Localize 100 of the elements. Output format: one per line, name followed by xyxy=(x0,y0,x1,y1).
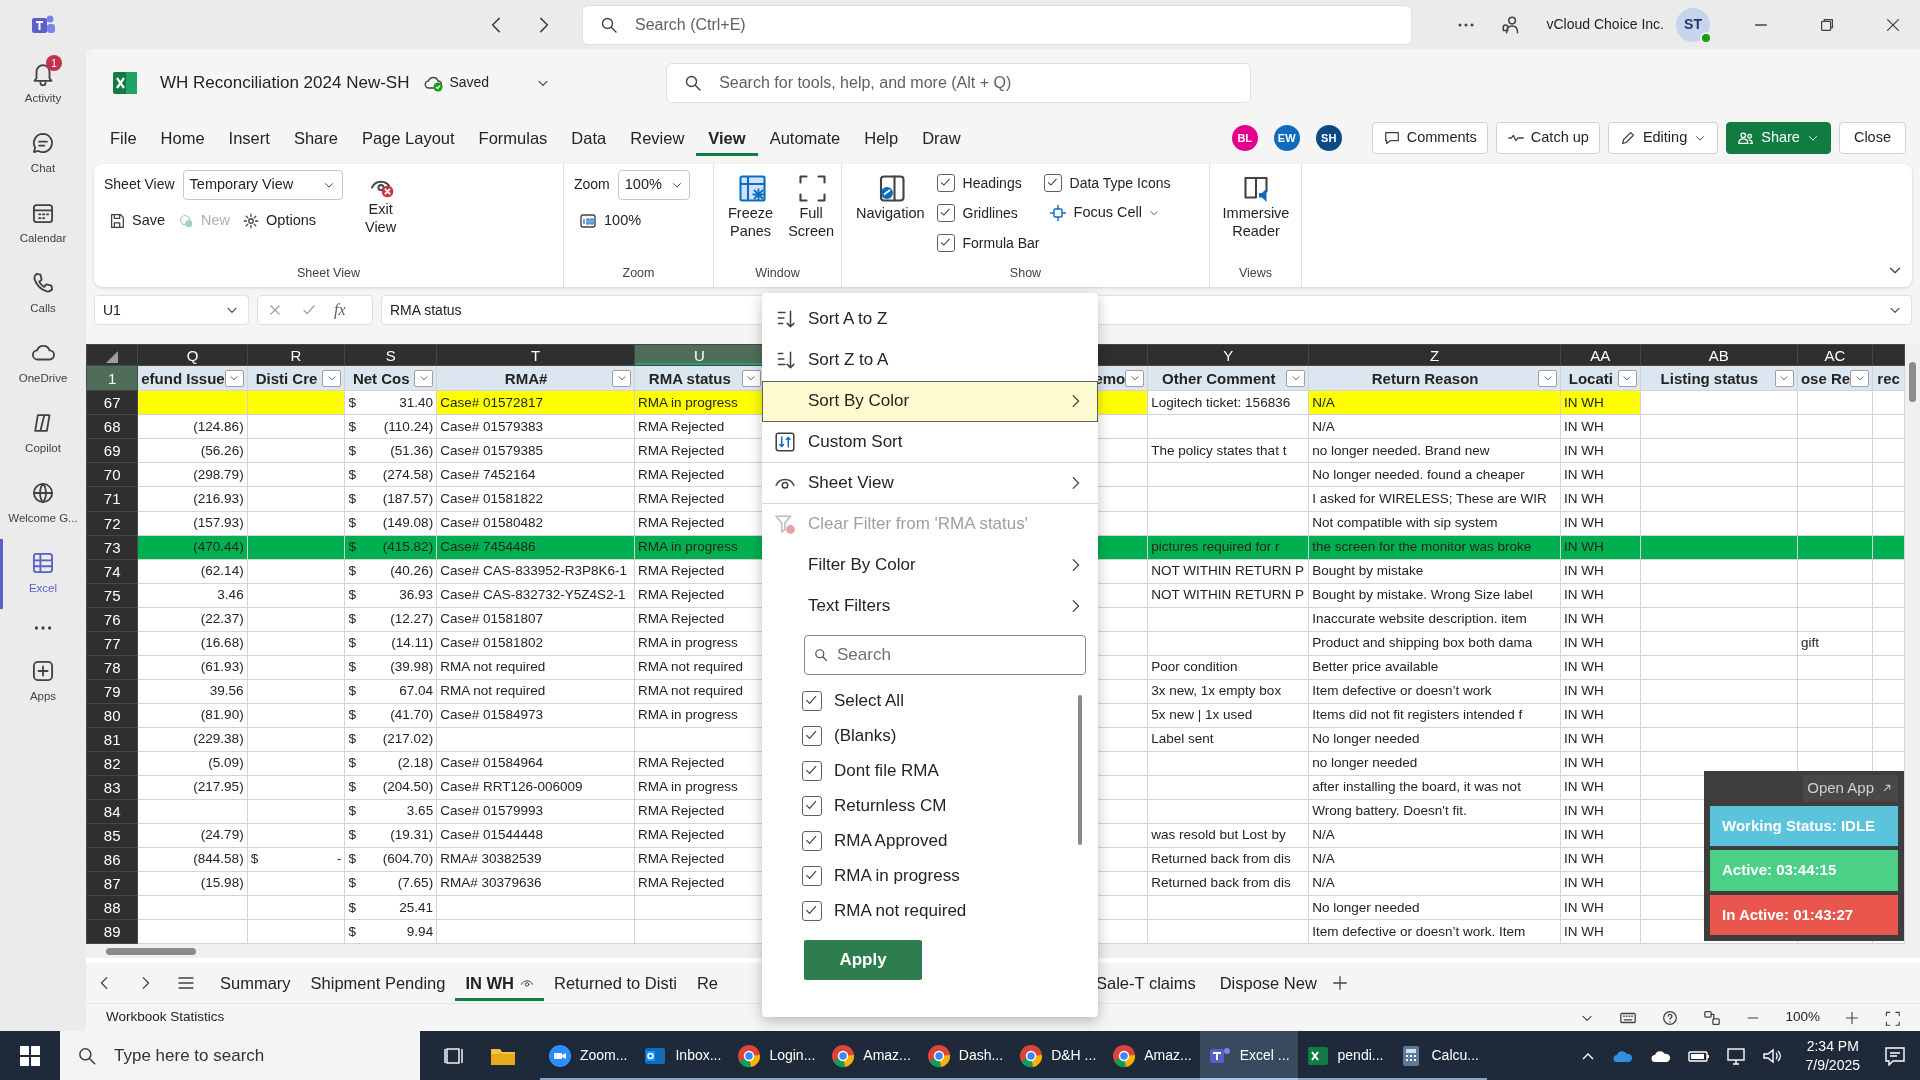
group-label: Views xyxy=(1237,265,1274,283)
group-label: Sheet View xyxy=(296,265,361,283)
currency-symbol: $ xyxy=(348,564,356,578)
header-cell-text: RMA# xyxy=(503,370,549,386)
table-cell: N/A xyxy=(1308,847,1561,872)
table-cell: No longer needed. found a cheaper xyxy=(1308,462,1561,487)
cell-value: 31.40 xyxy=(399,396,434,410)
cell-value: (149.08) xyxy=(382,516,434,530)
cell-value: (110.24) xyxy=(383,420,434,434)
checkbox-label: Gridlines xyxy=(962,203,1018,223)
currency-symbol: $ xyxy=(348,588,356,602)
workbook-title: WH Reconciliation 2024 New-SH xyxy=(160,71,410,94)
header-cell-text: Return Reason xyxy=(1370,370,1480,386)
cell-value: (274.58) xyxy=(382,468,434,482)
table-cell: (81.90) xyxy=(137,703,248,728)
currency-symbol: $ xyxy=(348,876,356,890)
notification-badge: 1 xyxy=(46,55,62,71)
table-cell: was resold but Lost by xyxy=(1147,823,1309,848)
table-cell: (157.93) xyxy=(137,511,248,535)
cell-value: (39.98) xyxy=(390,660,434,674)
table-cell: IN WH xyxy=(1560,438,1641,463)
organization-name: vCloud Choice Inc. xyxy=(1546,15,1664,34)
header-cell-text: rec xyxy=(1876,370,1901,386)
header-cell-text: Locati xyxy=(1567,370,1614,386)
currency-symbol: $ xyxy=(348,516,356,530)
table-cell: (470.44) xyxy=(137,535,248,560)
table-cell: (24.79) xyxy=(137,823,248,848)
table-cell: IN WH xyxy=(1560,607,1641,632)
option-label: RMA Approved xyxy=(834,829,948,852)
table-cell: Case# RRT126-006009 xyxy=(436,775,635,800)
table-cell: NOT WITHIN RETURN P xyxy=(1147,559,1309,584)
table-cell: (217.95) xyxy=(137,775,248,800)
table-cell: 39.56 xyxy=(137,679,248,704)
table-cell: Inaccurate website description. item xyxy=(1308,607,1561,632)
table-cell: Case# 01544448 xyxy=(436,823,635,848)
table-cell: (62.14) xyxy=(137,559,248,584)
cell-value: (415.82) xyxy=(382,540,434,554)
cell-value: (51.36) xyxy=(390,444,434,458)
currency-symbol: $ xyxy=(348,780,356,794)
cell-value: (217.02) xyxy=(382,732,434,746)
cell-value: (40.26) xyxy=(390,564,434,578)
table-cell: Item defective or doesn’t work xyxy=(1308,679,1561,704)
table-cell: Case# CAS-833952-R3P8K6-1 xyxy=(436,559,635,584)
currency-symbol: $ xyxy=(250,852,259,866)
table-cell: Case# 01580482 xyxy=(436,511,635,535)
cell-value: 25.41 xyxy=(399,900,434,914)
table-cell: No longer needed xyxy=(1308,895,1561,920)
table-cell: NOT WITHIN RETURN P xyxy=(1147,583,1309,608)
currency-symbol: $ xyxy=(348,636,356,650)
currency-symbol: $ xyxy=(348,828,356,842)
option-label: RMA in progress xyxy=(834,864,960,887)
currency-symbol: $ xyxy=(348,708,356,722)
table-cell: IN WH xyxy=(1560,487,1641,511)
table-cell: N/A xyxy=(1308,414,1561,439)
table-cell: N/A xyxy=(1308,871,1561,896)
cell-value: (19.31) xyxy=(390,828,434,842)
table-cell: IN WH xyxy=(1560,655,1641,680)
currency-symbol: $ xyxy=(348,468,356,482)
currency-symbol: $ xyxy=(348,396,356,410)
header-cell: ose Re xyxy=(1800,370,1851,386)
field-label: Zoom xyxy=(574,175,610,195)
cell-value: (187.57) xyxy=(382,492,434,506)
cell-value: 3.65 xyxy=(406,804,434,818)
table-cell: Logitech ticket: 156836 xyxy=(1147,390,1309,415)
table-cell: 3x new, 1x empty box xyxy=(1147,679,1309,704)
table-cell: IN WH xyxy=(1560,847,1641,872)
option-label: Dont file RMA xyxy=(834,759,939,782)
header-cell-text: Disti Cre xyxy=(254,370,319,386)
save-status: Saved xyxy=(449,73,490,92)
cell-value: 67.04 xyxy=(399,684,434,698)
table-cell: IN WH xyxy=(1560,703,1641,728)
table-cell: Case# 01584964 xyxy=(436,751,635,776)
table-cell: Label sent xyxy=(1147,727,1309,752)
table-cell: Case# 01581802 xyxy=(436,631,635,656)
table-cell: Better price available xyxy=(1308,655,1561,680)
table-cell: no longer needed xyxy=(1308,751,1561,776)
table-cell: Case# 7454486 xyxy=(436,535,635,560)
table-cell: RMA# 30379636 xyxy=(436,871,635,896)
cell-value: 36.93 xyxy=(399,588,434,602)
currency-symbol: $ xyxy=(348,540,356,554)
table-cell: Case# 01572817 xyxy=(436,390,635,415)
table-cell: Not compatible with sip system xyxy=(1308,511,1561,535)
header-cell-text: Listing status xyxy=(1659,370,1760,386)
table-cell: IN WH xyxy=(1560,799,1641,824)
table-cell: Wrong battery. Doesn't fit. xyxy=(1308,799,1561,824)
table-cell: Case# 01581822 xyxy=(436,487,635,511)
currency-symbol: $ xyxy=(348,924,356,939)
currency-symbol: $ xyxy=(348,732,356,746)
checkbox-label: Formula Bar xyxy=(962,233,1040,253)
table-cell: Case# 01584973 xyxy=(436,703,635,728)
table-cell: IN WH xyxy=(1560,751,1641,776)
header-cell-text: RMA status xyxy=(647,370,732,386)
currency-symbol: $ xyxy=(348,444,356,458)
table-cell: Items did not fit registers intended f xyxy=(1308,703,1561,728)
currency-symbol: $ xyxy=(348,804,356,818)
table-cell: IN WH xyxy=(1560,871,1641,896)
table-cell: Item defective or doesn’t work. Item xyxy=(1308,919,1561,944)
table-cell: IN WH xyxy=(1560,775,1641,800)
header-cell-text: Net Cos xyxy=(351,370,411,386)
table-cell: IN WH xyxy=(1560,583,1641,608)
